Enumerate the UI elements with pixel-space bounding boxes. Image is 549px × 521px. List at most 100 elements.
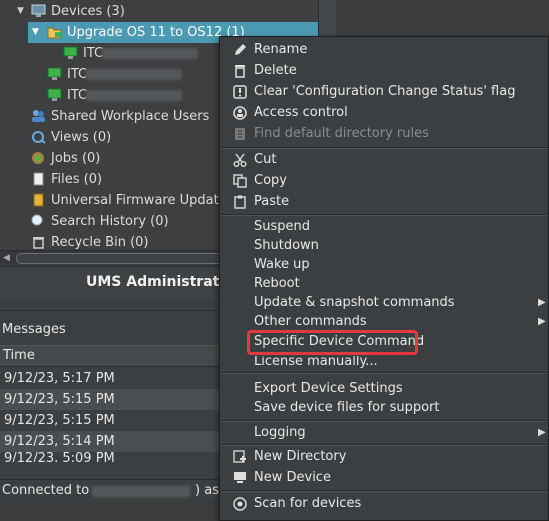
menu-item-label: Other commands xyxy=(254,314,367,329)
menu-item-license-manually[interactable]: License manually... xyxy=(220,356,548,370)
status-bar: Connected to ) as a xyxy=(0,479,230,513)
tree-item-label: ITC xyxy=(83,46,104,61)
search-history-icon xyxy=(31,214,43,226)
menu-item-update-snapshot-commands[interactable]: Update & snapshot commands ▶ xyxy=(220,293,548,313)
ums-title: UMS Administrati xyxy=(86,274,225,290)
submenu-arrow-icon: ▶ xyxy=(538,427,546,438)
menu-item-label: Save device files for support xyxy=(254,400,440,415)
pencil-icon xyxy=(235,44,246,55)
row-time: 9/12/23, 5:15 PM xyxy=(4,392,115,407)
scan-icon xyxy=(233,497,247,511)
tree-item-label: Views (0) xyxy=(51,130,112,145)
menu-item-label: Suspend xyxy=(254,219,311,234)
new-directory-icon xyxy=(233,450,246,463)
expand-toggle-icon[interactable]: ▼ xyxy=(32,22,39,43)
row-time: 9/12/23, 5:17 PM xyxy=(4,371,115,386)
context-menu: Rename Delete Clear 'Configuration Chang… xyxy=(219,36,549,521)
menu-item-other-commands[interactable]: Other commands ▶ xyxy=(220,312,548,332)
menu-item-shutdown[interactable]: Shutdown xyxy=(220,236,548,256)
column-header-time[interactable]: Time xyxy=(3,348,35,363)
menu-item-save-device-files[interactable]: Save device files for support xyxy=(220,398,548,418)
menu-item-new-device[interactable]: New Device xyxy=(220,468,548,488)
device-green-icon xyxy=(47,88,62,101)
tree-item-label: Shared Workplace Users xyxy=(51,109,210,124)
paste-icon xyxy=(234,195,246,209)
trash-icon xyxy=(235,65,245,78)
tree-item-label: Jobs (0) xyxy=(51,151,101,166)
menu-item-clear-config-flag[interactable]: Clear 'Configuration Change Status' flag xyxy=(220,82,548,102)
redacted-text xyxy=(86,69,182,80)
highlight-annotation-box xyxy=(247,330,418,355)
menu-item-wake-up[interactable]: Wake up xyxy=(220,255,548,275)
menu-separator xyxy=(221,420,547,422)
menu-separator xyxy=(221,490,547,492)
firmware-icon xyxy=(33,193,44,207)
menu-item-label: Update & snapshot commands xyxy=(254,295,455,310)
menu-item-label: License manually... xyxy=(254,356,378,369)
redacted-text xyxy=(86,90,182,101)
submenu-arrow-icon: ▶ xyxy=(538,297,546,308)
menu-item-label: Logging xyxy=(254,425,306,440)
files-icon xyxy=(33,172,44,186)
menu-item-label: New Device xyxy=(254,470,331,485)
tree-item-label: Universal Firmware Updates xyxy=(51,193,234,208)
messages-title: Messages xyxy=(2,322,66,337)
row-time: 9/12/23, 5:14 PM xyxy=(4,434,115,449)
row-time: 9/12/23, 5:15 PM xyxy=(4,413,115,428)
redacted-text xyxy=(92,486,190,497)
menu-item-paste[interactable]: Paste xyxy=(220,192,548,212)
menu-item-label: Export Device Settings xyxy=(254,381,403,396)
tree-item-devices[interactable]: ▼ Devices (3) xyxy=(0,1,318,22)
alert-icon xyxy=(233,85,247,99)
menu-item-scan-for-devices[interactable]: Scan for devices xyxy=(220,494,548,514)
tree-item-label: Devices (3) xyxy=(51,4,125,19)
menu-item-label: Cut xyxy=(254,152,277,167)
menu-item-suspend[interactable]: Suspend xyxy=(220,217,548,237)
tree-item-label: Files (0) xyxy=(51,172,103,187)
menu-item-access-control[interactable]: Access control xyxy=(220,103,548,123)
background-pane xyxy=(336,0,549,36)
tree-item-label: ITC xyxy=(67,88,88,103)
row-time: 9/12/23, 5:09 PM xyxy=(4,452,115,462)
menu-separator xyxy=(221,214,547,216)
menu-item-logging[interactable]: Logging ▶ xyxy=(220,423,548,443)
menu-item-label: Paste xyxy=(254,194,290,209)
menu-separator xyxy=(221,444,547,446)
users-icon xyxy=(32,110,45,122)
menu-item-label: Access control xyxy=(254,105,348,120)
menu-item-delete[interactable]: Delete xyxy=(220,61,548,81)
menu-item-label: New Directory xyxy=(254,449,347,464)
menu-item-label: Copy xyxy=(254,173,287,188)
menu-item-label: Shutdown xyxy=(254,238,319,253)
expand-toggle-icon[interactable]: ▼ xyxy=(17,1,24,22)
redacted-text xyxy=(102,48,198,59)
menu-separator xyxy=(221,372,547,374)
scrollbar-thumb[interactable] xyxy=(16,253,228,264)
menu-item-export-device-settings[interactable]: Export Device Settings xyxy=(220,379,548,399)
tree-item-label: ITC xyxy=(67,67,88,82)
scroll-left-icon[interactable]: ◀ xyxy=(3,253,10,263)
menu-item-find-default-directory-rules[interactable]: Find default directory rules xyxy=(220,124,548,144)
menu-item-copy[interactable]: Copy xyxy=(220,171,548,191)
copy-icon xyxy=(233,174,247,188)
views-icon xyxy=(32,131,46,144)
menu-item-rename[interactable]: Rename xyxy=(220,40,548,60)
scissors-icon xyxy=(233,153,247,167)
recycle-bin-icon xyxy=(33,237,44,249)
monitor-folder-icon xyxy=(31,4,46,17)
jobs-icon xyxy=(32,152,44,164)
menu-item-label: Wake up xyxy=(254,257,310,272)
menu-item-label: Scan for devices xyxy=(254,496,362,511)
menu-item-cut[interactable]: Cut xyxy=(220,150,548,170)
panel-divider xyxy=(318,0,337,40)
menu-item-label: Rename xyxy=(254,42,308,57)
menu-item-label: Find default directory rules xyxy=(254,126,429,141)
menu-separator xyxy=(221,147,547,149)
rules-icon xyxy=(235,128,245,140)
submenu-arrow-icon: ▶ xyxy=(538,316,546,327)
menu-item-new-directory[interactable]: New Directory xyxy=(220,447,548,467)
device-green-icon xyxy=(47,67,62,80)
new-device-icon xyxy=(234,472,246,483)
menu-item-label: Clear 'Configuration Change Status' flag xyxy=(254,84,516,99)
menu-item-reboot[interactable]: Reboot xyxy=(220,274,548,294)
